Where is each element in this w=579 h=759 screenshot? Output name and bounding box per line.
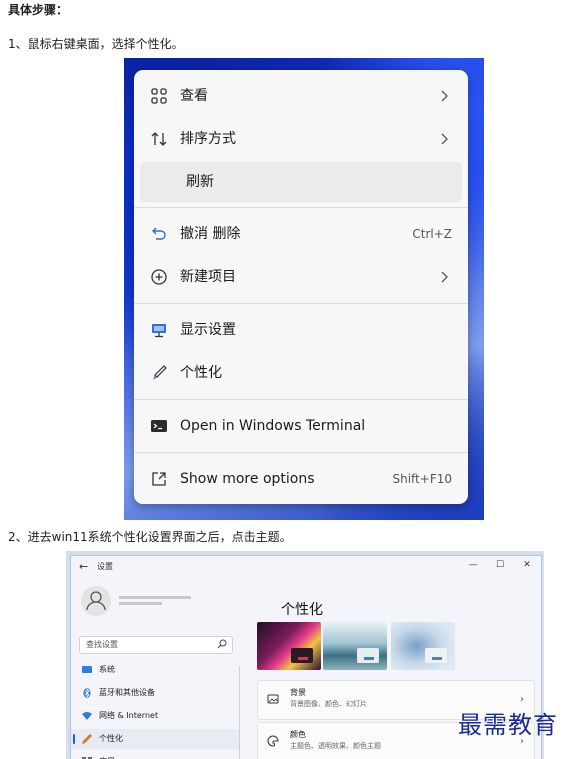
step-2-text: 2、进去win11系统个性化设置界面之后，点击主题。 — [8, 530, 292, 544]
shortcut-text: Ctrl+Z — [412, 227, 452, 241]
menu-item-label: 新建项目 — [180, 269, 236, 285]
theme-thumbnail[interactable] — [323, 622, 387, 670]
menu-item-label: 查看 — [180, 88, 208, 104]
menu-item-label: 显示设置 — [180, 322, 236, 338]
nav-label: 个性化 — [99, 734, 123, 743]
menu-item-new[interactable]: 新建项目 — [134, 257, 468, 297]
nav-divider — [239, 666, 240, 759]
close-icon[interactable]: ✕ — [521, 560, 533, 570]
step-1-text: 1、鼠标右键桌面，选择个性化。 — [8, 37, 184, 51]
context-menu: 查看 排序方式 刷新 撤消 删除 Ctrl+Z 新建项目 显示设置 个性化 Op… — [134, 70, 468, 504]
nav-item-system[interactable]: 系统 — [71, 660, 239, 680]
menu-item-undo-delete[interactable]: 撤消 删除 Ctrl+Z — [134, 214, 468, 254]
system-icon — [82, 666, 92, 673]
section-heading: 具体步骤： — [8, 3, 69, 17]
shortcut-text: Shift+F10 — [392, 472, 452, 486]
menu-item-view[interactable]: 查看 — [134, 76, 468, 116]
search-input[interactable]: 查找设置 — [79, 636, 233, 654]
undo-icon — [152, 227, 166, 240]
wifi-icon — [82, 712, 92, 720]
card-title: 颜色 — [290, 730, 306, 739]
search-icon — [217, 639, 227, 649]
theme-preview-window-icon — [357, 648, 379, 663]
menu-item-open-terminal[interactable]: Open in Windows Terminal — [134, 406, 468, 446]
pen-icon — [82, 734, 92, 744]
chevron-right-icon — [441, 271, 448, 283]
page-title: 个性化 — [281, 602, 323, 618]
menu-item-show-more-options[interactable]: Show more options Shift+F10 — [134, 459, 468, 499]
theme-thumbnail[interactable] — [391, 622, 455, 670]
nav-label: 网络 & Internet — [99, 711, 159, 720]
nav-item-personalization[interactable]: 个性化 — [71, 729, 239, 749]
image-icon — [267, 694, 279, 704]
menu-separator — [134, 452, 468, 453]
user-icon — [86, 591, 106, 611]
menu-item-sort[interactable]: 排序方式 — [134, 119, 468, 159]
new-plus-icon — [151, 269, 167, 285]
brush-icon — [153, 365, 167, 380]
menu-item-personalize[interactable]: 个性化 — [134, 353, 468, 393]
menu-item-label: 排序方式 — [180, 131, 236, 147]
window-title: 设置 — [97, 562, 113, 571]
chevron-right-icon — [441, 90, 448, 102]
avatar[interactable] — [81, 586, 111, 616]
watermark-logo: 最需教育 — [458, 711, 558, 739]
search-placeholder: 查找设置 — [86, 640, 118, 649]
chevron-right-icon — [441, 133, 448, 145]
menu-item-refresh[interactable]: 刷新 — [140, 162, 462, 202]
back-arrow-icon[interactable]: ← — [79, 560, 88, 573]
nav-item-apps[interactable]: 应用 — [71, 752, 239, 759]
nav-label: 系统 — [99, 665, 115, 674]
card-subtitle: 背景图像、颜色、幻灯片 — [290, 700, 367, 708]
menu-item-display-settings[interactable]: 显示设置 — [134, 310, 468, 350]
menu-separator — [134, 399, 468, 400]
menu-item-label: 撤消 删除 — [180, 226, 241, 242]
context-menu-screenshot: 查看 排序方式 刷新 撤消 删除 Ctrl+Z 新建项目 显示设置 个性化 Op… — [124, 58, 484, 520]
chevron-right-icon: › — [520, 694, 524, 705]
theme-preview-window-icon — [291, 648, 313, 663]
menu-item-label: Open in Windows Terminal — [180, 418, 366, 434]
menu-item-label: 个性化 — [180, 365, 222, 381]
card-subtitle: 主题色、透明效果、颜色主题 — [290, 742, 381, 750]
bluetooth-icon — [83, 688, 91, 698]
nav-label: 蓝牙和其他设备 — [99, 688, 155, 697]
theme-thumbnail[interactable] — [257, 622, 321, 670]
terminal-icon — [151, 420, 167, 432]
minimize-icon[interactable]: — — [467, 560, 479, 570]
blurred-username — [119, 596, 191, 606]
card-title: 背景 — [290, 688, 306, 697]
more-options-icon — [152, 472, 166, 486]
theme-preview-window-icon — [425, 648, 447, 663]
maximize-icon[interactable]: ☐ — [494, 560, 506, 570]
title-bar: ← 设置 — ☐ ✕ — [71, 556, 541, 578]
grid-icon — [151, 88, 167, 104]
palette-icon — [267, 735, 279, 747]
menu-separator — [134, 303, 468, 304]
menu-item-label: Show more options — [180, 471, 315, 487]
menu-item-label: 刷新 — [186, 174, 214, 190]
nav-item-network[interactable]: 网络 & Internet — [71, 706, 239, 726]
sort-icon — [151, 132, 167, 146]
display-icon — [152, 324, 166, 338]
menu-separator — [134, 207, 468, 208]
nav-item-bluetooth[interactable]: 蓝牙和其他设备 — [71, 683, 239, 703]
